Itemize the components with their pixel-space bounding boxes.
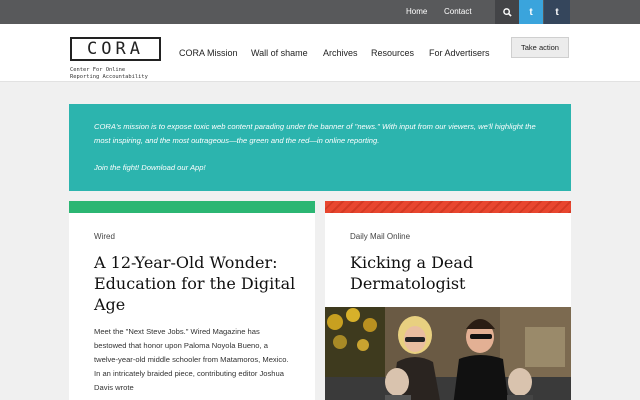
nav-wall-of-shame[interactable]: Wall of shame (251, 48, 308, 60)
nav-archives[interactable]: Archives (323, 48, 358, 60)
nav-cora-mission[interactable]: CORA Mission (179, 48, 238, 60)
article-headline[interactable]: A 12-Year-Old Wonder: Education for the … (94, 252, 304, 315)
green-stripe (69, 201, 315, 213)
family-photo-image (325, 307, 571, 400)
tagline-line-2: Reporting Accountability (70, 74, 148, 80)
site-header: CORA Center For Online Reporting Account… (0, 24, 640, 82)
article-source: Wired (94, 232, 115, 241)
article-excerpt: Meet the "Next Steve Jobs." Wired Magazi… (94, 327, 289, 392)
download-app-link[interactable]: Join the fight! Download our App! (94, 161, 546, 175)
mission-text: CORA's mission is to expose toxic web co… (94, 122, 536, 145)
article-source: Daily Mail Online (350, 232, 411, 241)
tumblr-icon[interactable]: t (544, 0, 570, 24)
article-headline[interactable]: Kicking a Dead Dermatologist (350, 252, 560, 294)
mission-banner: CORA's mission is to expose toxic web co… (69, 104, 571, 191)
article-card-green[interactable]: Wired A 12-Year-Old Wonder: Education fo… (69, 201, 315, 400)
logo-tagline: Center For Online Reporting Accountabili… (70, 67, 170, 81)
nav-resources[interactable]: Resources (371, 48, 414, 60)
nav-for-advertisers[interactable]: For Advertisers (429, 48, 490, 60)
home-link[interactable]: Home (406, 0, 427, 24)
tagline-line-1: Center For Online (70, 67, 126, 73)
article-photo[interactable] (325, 307, 571, 400)
cora-logo[interactable]: CORA (70, 37, 161, 61)
twitter-icon[interactable]: t (519, 0, 543, 24)
top-bar: Home Contact t t (0, 0, 640, 24)
red-stripe (325, 201, 571, 213)
contact-link[interactable]: Contact (444, 0, 472, 24)
take-action-button[interactable]: Take action (511, 37, 569, 58)
article-card-red[interactable]: Daily Mail Online Kicking a Dead Dermato… (325, 201, 571, 400)
search-icon[interactable] (495, 0, 519, 24)
